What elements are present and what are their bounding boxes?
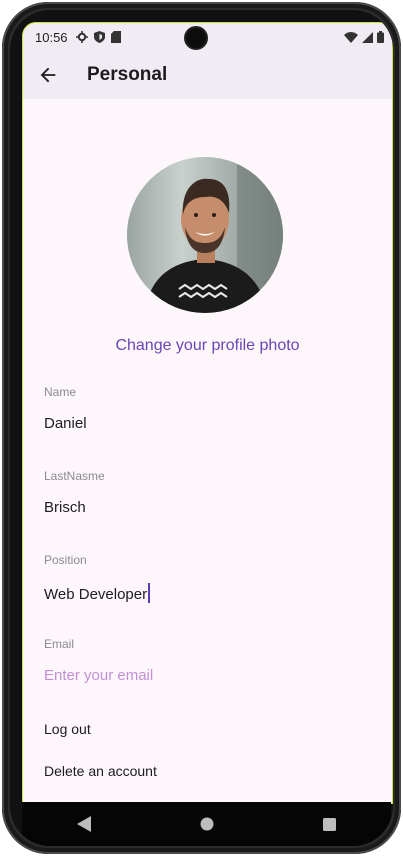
system-nav-bar — [22, 802, 391, 846]
position-input[interactable]: Web Developer — [44, 583, 370, 603]
position-field[interactable]: Position Web Developer — [44, 553, 370, 603]
name-field[interactable]: Name Daniel — [44, 385, 370, 435]
shield-icon — [93, 31, 105, 43]
battery-icon — [377, 31, 384, 43]
lastname-field[interactable]: LastNasme Brisch — [44, 469, 370, 519]
front-camera — [184, 26, 208, 50]
email-label: Email — [44, 637, 75, 651]
arrow-back-icon[interactable] — [37, 64, 59, 86]
lastname-input[interactable]: Brisch — [44, 499, 370, 519]
status-time: 10:56 — [35, 29, 68, 45]
signal-icon — [362, 31, 373, 43]
change-photo-link[interactable]: Change your profile photo — [23, 337, 392, 355]
delete-account-button[interactable]: Delete an account — [44, 763, 157, 779]
profile-photo — [127, 157, 283, 313]
phone-bezel: 10:56 Personal Change your profile photo… — [10, 10, 393, 846]
nav-home-icon[interactable] — [192, 809, 222, 839]
email-input[interactable]: Enter your email — [44, 667, 370, 687]
profile-avatar[interactable] — [127, 157, 283, 313]
app-screen: 10:56 Personal Change your profile photo… — [22, 22, 393, 804]
position-label: Position — [44, 553, 87, 567]
sd-card-icon — [110, 31, 121, 43]
nav-recents-icon[interactable] — [315, 809, 345, 839]
lastname-label: LastNasme — [44, 469, 105, 483]
phone-frame: 10:56 Personal Change your profile photo… — [2, 2, 401, 854]
page-title: Personal — [87, 64, 168, 85]
logout-button[interactable]: Log out — [44, 721, 91, 737]
email-field[interactable]: Email Enter your email — [44, 637, 370, 687]
settings-icon — [75, 31, 88, 43]
text-cursor — [148, 583, 151, 603]
nav-back-icon[interactable] — [69, 809, 99, 839]
name-label: Name — [44, 385, 77, 399]
position-value: Web Developer — [44, 586, 148, 603]
name-input[interactable]: Daniel — [44, 415, 370, 435]
wifi-icon — [344, 31, 358, 43]
app-bar: Personal — [23, 51, 392, 99]
